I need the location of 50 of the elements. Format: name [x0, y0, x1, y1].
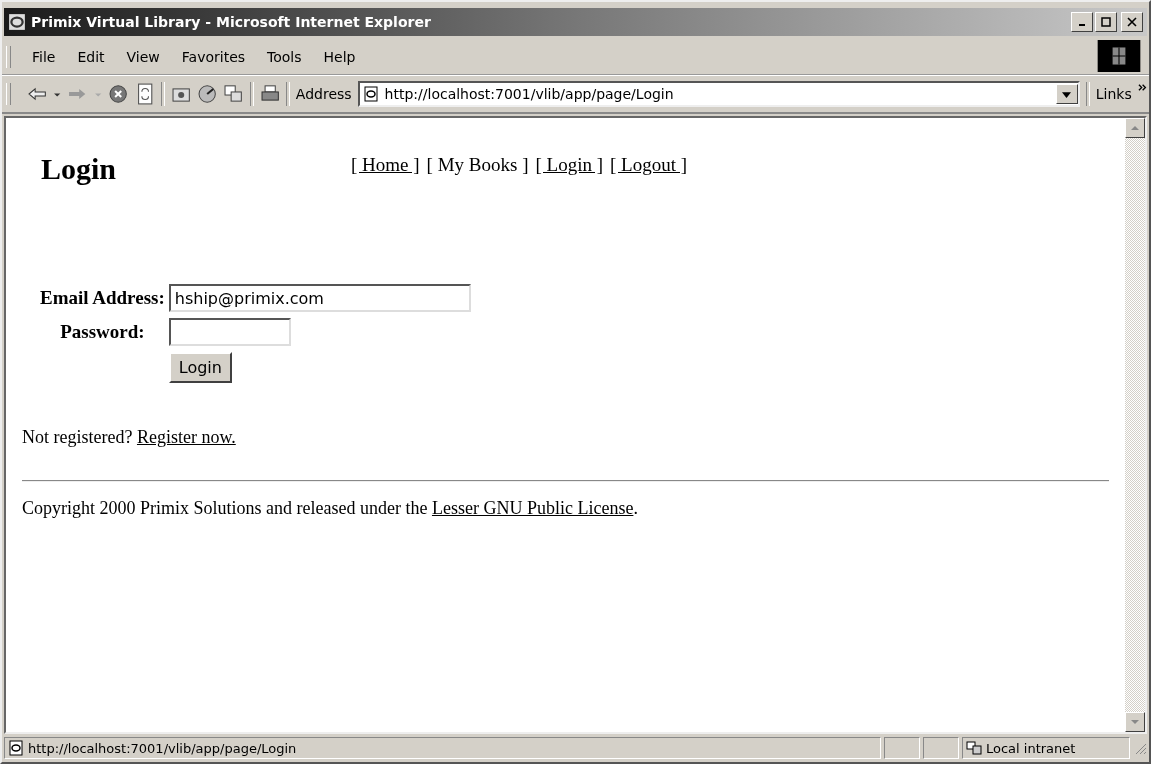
- menu-item[interactable]: Help: [312, 49, 367, 65]
- stop-icon[interactable]: [108, 83, 129, 105]
- caret-down-icon: [1062, 89, 1072, 99]
- maximize-button[interactable]: [1095, 12, 1117, 32]
- page-icon: [362, 86, 379, 102]
- menu-item[interactable]: Tools: [256, 49, 313, 65]
- chevron-icon[interactable]: [1137, 83, 1147, 92]
- page-icon: [8, 740, 24, 756]
- address-label: Address: [295, 86, 352, 102]
- menu-item[interactable]: View: [115, 49, 171, 65]
- intranet-icon: [966, 740, 982, 756]
- history-icon[interactable]: [197, 83, 218, 105]
- license-link[interactable]: Lesser GNU Public License: [431, 498, 634, 518]
- browser-icon: [8, 13, 26, 31]
- menu-item[interactable]: File: [21, 49, 67, 65]
- nav-link[interactable]: [ Login ]: [535, 154, 603, 176]
- maximize-icon: [1101, 17, 1111, 27]
- status-panel: [923, 737, 959, 759]
- login-button[interactable]: Login: [168, 352, 232, 383]
- password-field[interactable]: [168, 318, 291, 346]
- minimize-icon: [1079, 24, 1085, 26]
- close-icon: [1127, 17, 1137, 27]
- nav-text: [ My Books ]: [426, 154, 529, 176]
- field-label: Email Address:: [40, 287, 165, 309]
- register-text: Not registered? Register now.: [22, 427, 237, 448]
- close-button[interactable]: [1121, 12, 1143, 32]
- menu-item[interactable]: Edit: [66, 49, 116, 65]
- scrollbar[interactable]: [1125, 118, 1145, 732]
- copyright-text: Copyright 2000 Primix Solutions and released under the Lesser GNU Public License.: [22, 498, 639, 519]
- windows-icon[interactable]: [223, 83, 244, 105]
- minimize-button[interactable]: [1071, 12, 1093, 32]
- nav-link[interactable]: [ Home ]: [351, 154, 420, 176]
- status-panel: [884, 737, 920, 759]
- dropdown-button[interactable]: [1055, 84, 1078, 104]
- window-title: Primix Virtual Library - Microsoft Internet Explorer: [31, 14, 431, 30]
- email-field[interactable]: hship@primix.com: [168, 284, 471, 312]
- caret-up-icon: [1131, 124, 1139, 132]
- zone-text: Local intranet: [986, 740, 1076, 756]
- scroll-down-button[interactable]: [1125, 712, 1145, 732]
- menu-item[interactable]: Favorites: [170, 49, 257, 65]
- address-field[interactable]: http://localhost:7001/vlib/app/page/Login: [357, 81, 1080, 107]
- nav-link[interactable]: [ Logout ]: [610, 154, 688, 176]
- resize-grip-icon[interactable]: [1133, 741, 1147, 755]
- links-button[interactable]: Links: [1095, 86, 1132, 102]
- page-heading: Login: [41, 152, 118, 186]
- caret-down-icon: [1131, 718, 1139, 726]
- field-label: Password:: [59, 321, 146, 343]
- scroll-up-button[interactable]: [1125, 118, 1145, 138]
- register-link[interactable]: Register now.: [136, 427, 236, 447]
- status-url: http://localhost:7001/vlib/app/page/Login: [28, 740, 297, 756]
